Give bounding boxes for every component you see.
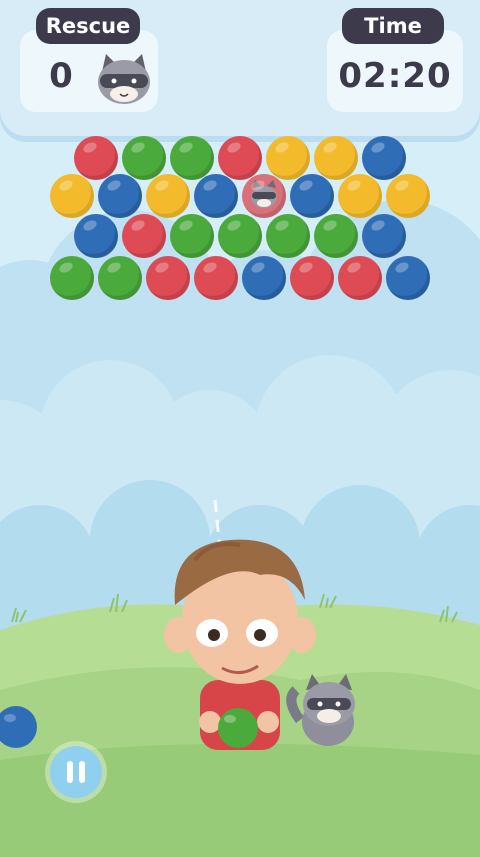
blue-bubble xyxy=(98,174,142,218)
red-bubble xyxy=(122,214,166,258)
red-bubble xyxy=(194,256,238,300)
green-bubble xyxy=(170,136,214,180)
yellow-bubble xyxy=(314,136,358,180)
blue-bubble xyxy=(362,136,406,180)
trapped-raccoon-icon xyxy=(251,180,277,208)
blue-bubble xyxy=(362,214,406,258)
yellow-bubble xyxy=(338,174,382,218)
green-bubble xyxy=(266,214,310,258)
game-stage[interactable]: Rescue Time 0 02:20 xyxy=(0,0,480,857)
blue-bubble xyxy=(290,174,334,218)
pause-icon xyxy=(67,761,73,783)
green-bubble xyxy=(314,214,358,258)
green-bubble xyxy=(122,136,166,180)
green-bubble xyxy=(170,214,214,258)
blue-bubble xyxy=(386,256,430,300)
green-bubble xyxy=(218,214,262,258)
yellow-bubble xyxy=(50,174,94,218)
yellow-bubble xyxy=(146,174,190,218)
red-bubble xyxy=(338,256,382,300)
red-bubble xyxy=(290,256,334,300)
green-bubble xyxy=(98,256,142,300)
time-value: 02:20 xyxy=(338,56,452,96)
shooter-bubble xyxy=(218,708,258,748)
raccoon-icon xyxy=(98,54,150,104)
pause-icon-bar xyxy=(79,761,85,783)
time-label: Time xyxy=(342,8,444,44)
rescue-label: Rescue xyxy=(36,8,140,44)
blue-bubble xyxy=(194,174,238,218)
red-bubble xyxy=(146,256,190,300)
yellow-bubble xyxy=(386,174,430,218)
green-bubble xyxy=(50,256,94,300)
pause-button[interactable] xyxy=(50,746,102,798)
trapped-raccoon-bubble xyxy=(242,174,286,218)
red-bubble xyxy=(74,136,118,180)
blue-bubble xyxy=(74,214,118,258)
rescue-count: 0 xyxy=(49,56,73,96)
blue-bubble xyxy=(242,256,286,300)
